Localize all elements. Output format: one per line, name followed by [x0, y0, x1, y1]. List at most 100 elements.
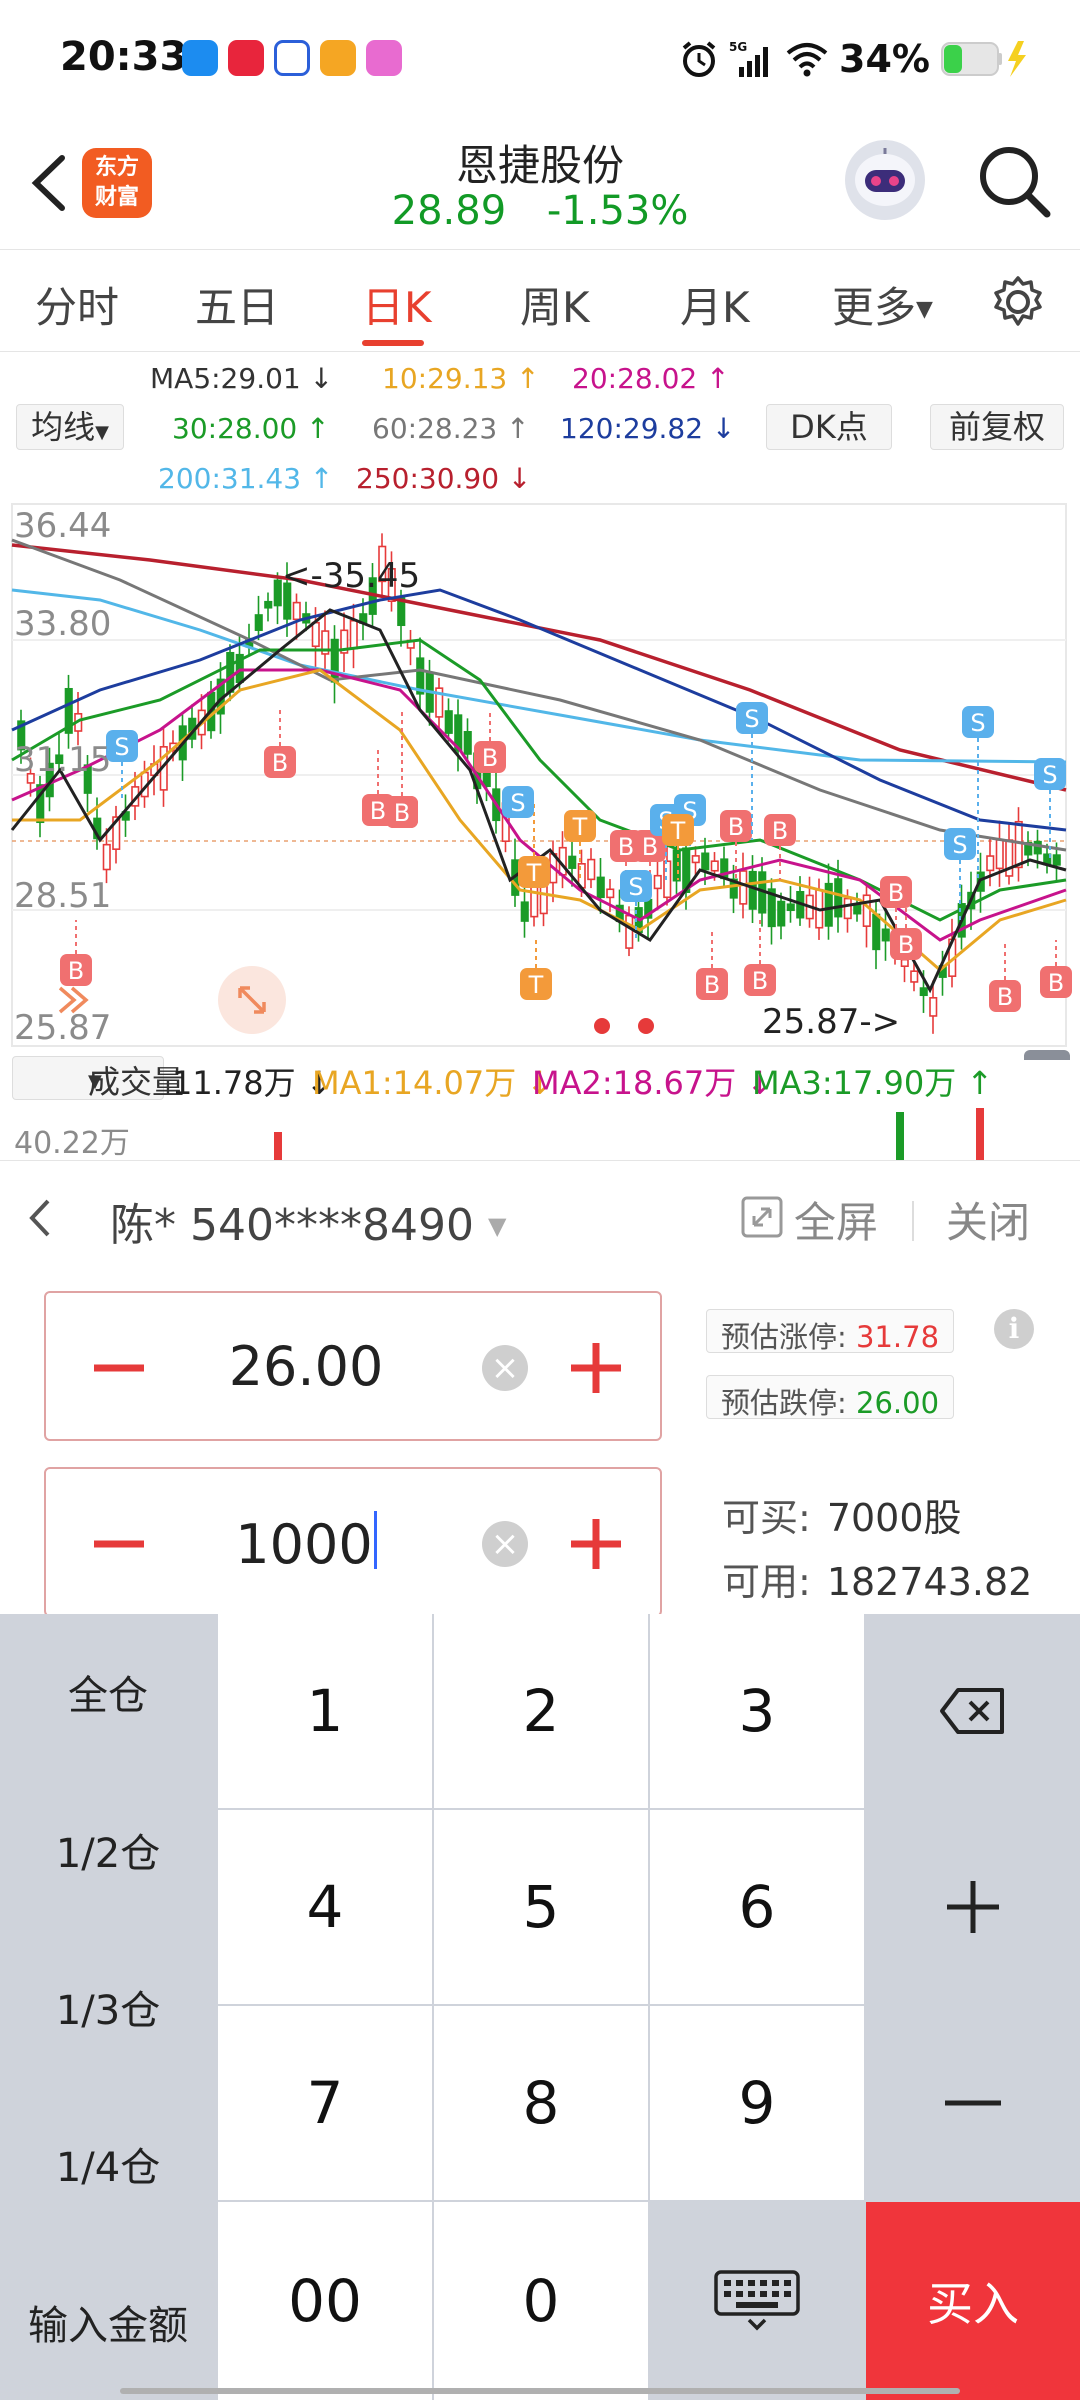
search-icon[interactable] [975, 142, 1055, 222]
plus-icon [947, 1881, 999, 1933]
can-buy-label: 可买: [722, 1496, 811, 1540]
notification-app-icon [182, 40, 218, 76]
ma10-value: 10:29.13 ↑ [382, 362, 540, 395]
dk-point-button[interactable]: DK点 [766, 404, 892, 450]
volume-value: 11.78万 ↓ [172, 1064, 333, 1102]
period-tabs: 分时 五日 日K 周K 月K 更多▼ [0, 252, 1080, 352]
key-third-position[interactable]: 1/3仓 [0, 1929, 216, 2084]
ma-selector-button[interactable]: 均线▼ [16, 404, 124, 450]
divider [912, 1201, 914, 1241]
app-root: 20:33 5G 34% 东方 财富 恩捷股份 28.89 -1.53% 分时 … [0, 0, 1080, 2400]
signal-badge-letter: B [898, 931, 914, 959]
limit-down-label: 预估跌停: [721, 1386, 847, 1420]
signal-badge-letter: S [744, 705, 759, 733]
candle-body [596, 876, 605, 899]
dropdown-triangle-icon: ▼ [916, 297, 933, 322]
signal-badge-letter: B [482, 744, 498, 772]
stock-name: 恩捷股份 [455, 141, 624, 190]
key-6[interactable]: 6 [650, 1810, 864, 2004]
key-2[interactable]: 2 [434, 1614, 648, 1808]
price-input[interactable]: 26.00 [186, 1335, 426, 1398]
tab-weekly-k[interactable]: 周K [520, 274, 590, 335]
home-indicator [120, 2388, 960, 2394]
key-3[interactable]: 3 [650, 1614, 864, 1808]
clear-icon[interactable]: × [482, 1521, 528, 1567]
volume-ma2: MA2:18.67万 ↓ [532, 1064, 774, 1102]
volume-bar [976, 1108, 984, 1160]
candle-body [444, 710, 453, 734]
tab-five-day[interactable]: 五日 [195, 274, 279, 335]
active-tab-indicator [362, 340, 424, 346]
dropdown-triangle-icon: ▼ [88, 1071, 102, 1092]
key-input-amount[interactable]: 输入金额 [0, 2243, 216, 2400]
key-8[interactable]: 8 [434, 2006, 648, 2200]
signal-badge-letter: B [642, 833, 658, 861]
back-chevron-icon[interactable] [22, 148, 82, 218]
close-panel-button[interactable]: 关闭 [946, 1189, 1030, 1250]
hide-keyboard-key[interactable] [650, 2202, 864, 2400]
tab-daily-k[interactable]: 日K [362, 274, 432, 335]
price-axis-label: 25.87 [14, 1008, 112, 1048]
notification-app-icon [366, 40, 402, 76]
wifi-icon [786, 43, 828, 77]
brand-logo[interactable]: 东方 财富 [82, 148, 152, 218]
gear-icon[interactable] [990, 274, 1046, 330]
low-price-marker: 25.87-> [762, 1002, 901, 1042]
robot-avatar-icon[interactable] [845, 140, 925, 220]
key-half-position[interactable]: 1/2仓 [0, 1772, 216, 1927]
signal-badge-letter: T [572, 813, 588, 841]
minus-key[interactable] [866, 2006, 1080, 2200]
fullscreen-button[interactable]: 全屏 [794, 1189, 878, 1250]
candle-body [739, 870, 748, 905]
candle-body [226, 651, 235, 693]
key-full-position[interactable]: 全仓 [0, 1614, 216, 1770]
signal-badge-letter: B [618, 833, 634, 861]
price-decrease-button[interactable] [84, 1333, 154, 1403]
battery-percent: 34% [839, 37, 930, 81]
svg-text:5G: 5G [729, 40, 747, 54]
signal-badge-letter: B [272, 749, 288, 777]
key-9[interactable]: 9 [650, 2006, 864, 2200]
collapse-arrow-icon[interactable] [1030, 1060, 1064, 1104]
numeric-keypad: 全仓 1/2仓 1/3仓 1/4仓 输入金额 1 2 3 4 5 6 7 8 9 [0, 1614, 1080, 2400]
available-value: 182743.82 [826, 1560, 1033, 1604]
tab-intraday[interactable]: 分时 [35, 274, 119, 335]
plus-key[interactable] [866, 1810, 1080, 2004]
kline-chart[interactable]: BSBBBBBTSTTBBSSSTBBBBSBBSSBSB 36.44 33.8… [0, 500, 1080, 1060]
tab-monthly-k[interactable]: 月K [680, 274, 750, 335]
signal-dot [594, 1018, 610, 1034]
candle-body [625, 914, 634, 949]
buy-button[interactable]: 买入 [866, 2202, 1080, 2400]
ma5-value: MA5:29.01 ↓ [150, 362, 334, 395]
adjust-mode-button[interactable]: 前复权 [930, 404, 1064, 450]
can-buy-value: 7000股 [826, 1496, 962, 1540]
backspace-key[interactable] [866, 1614, 1080, 1808]
stock-quote: 28.89 -1.53% [300, 188, 780, 234]
key-4[interactable]: 4 [218, 1810, 432, 2004]
fullscreen-icon[interactable] [740, 1195, 784, 1239]
key-7[interactable]: 7 [218, 2006, 432, 2200]
volume-selector-button[interactable]: 成交量 ▼ [12, 1056, 184, 1101]
clear-icon[interactable]: × [482, 1345, 528, 1391]
candle-body [1014, 820, 1023, 869]
key-0[interactable]: 0 [434, 2202, 648, 2400]
quantity-input[interactable]: 1000 [186, 1511, 426, 1576]
candle-body [872, 913, 881, 951]
key-5[interactable]: 5 [434, 1810, 648, 2004]
quantity-value: 1000 [235, 1513, 373, 1576]
tab-more[interactable]: 更多▼ [832, 274, 933, 335]
key-quarter-position[interactable]: 1/4仓 [0, 2086, 216, 2241]
key-1[interactable]: 1 [218, 1614, 432, 1808]
signal-badge-letter: S [628, 873, 643, 901]
can-buy-info: 可买: 7000股 [722, 1487, 962, 1542]
signal-badge-letter: B [68, 957, 84, 985]
ma250-value: 250:30.90 ↓ [356, 462, 532, 495]
key-00[interactable]: 00 [218, 2202, 432, 2400]
quantity-decrease-button[interactable] [84, 1509, 154, 1579]
account-selector[interactable]: 陈* 540****8490 ▼ [110, 1189, 506, 1253]
ma-selector-label: 均线 [31, 408, 96, 446]
quantity-increase-button[interactable] [561, 1509, 631, 1579]
info-icon[interactable]: i [994, 1309, 1034, 1349]
account-back-icon[interactable] [20, 1193, 60, 1243]
price-increase-button[interactable] [561, 1333, 631, 1403]
